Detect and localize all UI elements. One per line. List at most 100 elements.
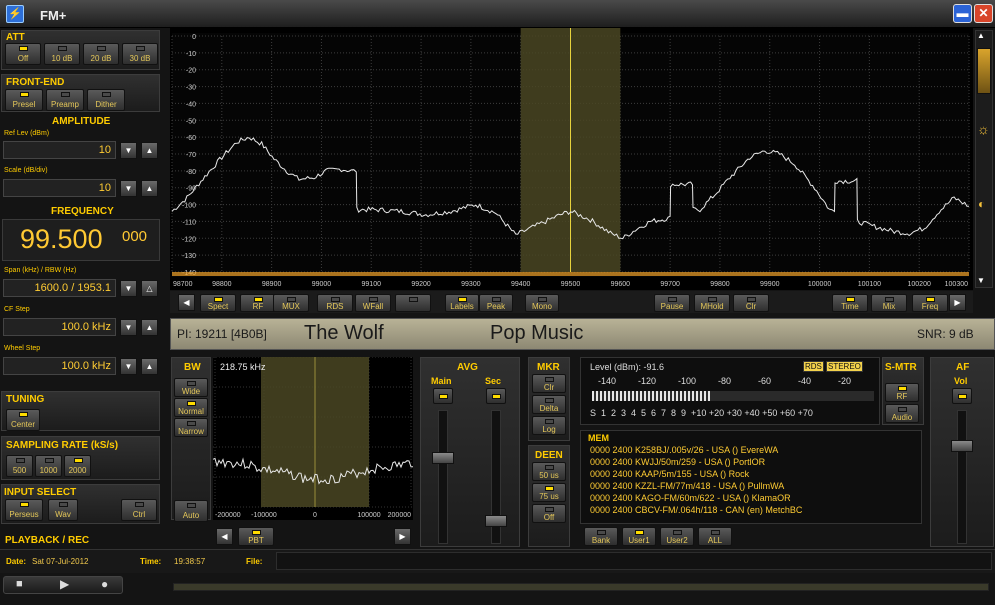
narrow-spectrum[interactable]: -200000 -100000 0 100000 200000 — [213, 357, 413, 520]
ref-down-arrow-icon[interactable]: ▼ — [120, 142, 137, 159]
toolbar-mono-button[interactable]: Mono — [525, 294, 559, 312]
toolbar-peak-button[interactable]: Peak — [479, 294, 513, 312]
toolbar-rds-button[interactable]: RDS — [317, 294, 353, 312]
smtr-rf-button[interactable]: RF — [885, 383, 919, 402]
sr-500-button[interactable]: 500 — [6, 455, 33, 477]
mem-all-button[interactable]: ALL — [698, 527, 732, 546]
toolbar-mix-button[interactable]: Mix — [871, 294, 907, 312]
toolbar-right-arrow-icon[interactable]: ▶ — [949, 294, 966, 311]
wheel-step-value[interactable]: 100.0 kHz — [3, 357, 116, 375]
toolbar-labels-button[interactable]: Labels — [445, 294, 479, 312]
cf-step-value[interactable]: 100.0 kHz — [3, 318, 116, 336]
presel-button[interactable]: Presel — [5, 89, 43, 111]
sr-2000-button[interactable]: 2000 — [64, 455, 91, 477]
toolbar-left-arrow-icon[interactable]: ◀ — [178, 294, 195, 311]
pbt-right-arrow-icon[interactable]: ▶ — [394, 528, 411, 545]
att-30-db-button[interactable]: 30 dB — [122, 43, 158, 65]
bw-normal-button[interactable]: Normal — [174, 398, 208, 417]
mem-user1-button[interactable]: User1 — [622, 527, 656, 546]
wheel-up-arrow-icon[interactable]: ▲ — [141, 358, 158, 375]
att-off-button[interactable]: Off — [5, 43, 41, 65]
mem-entry[interactable]: 0000 2400 KWJJ/50m/259 - USA () PortlOR — [590, 456, 802, 468]
preamp-button[interactable]: Preamp — [46, 89, 84, 111]
sr-1000-button[interactable]: 1000 — [35, 455, 62, 477]
record-icon[interactable]: ● — [101, 577, 108, 591]
toolbar-blank-button[interactable] — [395, 294, 431, 312]
toolbar-time-button[interactable]: Time — [832, 294, 868, 312]
dither-button[interactable]: Dither — [87, 89, 125, 111]
mem-bank-button[interactable]: Bank — [584, 527, 618, 546]
app-icon[interactable]: ⚡ — [6, 5, 24, 23]
mem-user2-button[interactable]: User2 — [660, 527, 694, 546]
auto-button[interactable]: Auto — [174, 500, 208, 522]
ref-level-value[interactable]: 10 — [3, 141, 116, 159]
input-ctrl-button[interactable]: Ctrl — [121, 499, 157, 521]
vol-toggle[interactable] — [952, 388, 972, 404]
cf-up-arrow-icon[interactable]: ▲ — [141, 319, 158, 336]
mem-entry[interactable]: 0000 2400 CBCV-FM/.064h/118 - CAN (en) M… — [590, 504, 802, 516]
deen-50-us-button[interactable]: 50 us — [532, 462, 566, 481]
scale-down-arrow-icon[interactable]: ▼ — [120, 180, 137, 197]
att-10-db-button[interactable]: 10 dB — [44, 43, 80, 65]
pbt-button[interactable]: PBT — [238, 527, 274, 546]
avg-sec-toggle[interactable] — [486, 388, 506, 404]
avg-main-slider[interactable] — [438, 410, 448, 544]
brightness-icon[interactable]: ☼ — [977, 121, 990, 137]
avg-main-slider-knob[interactable] — [432, 452, 454, 464]
avg-sec-slider-knob[interactable] — [485, 515, 507, 527]
mem-entry[interactable]: 0000 2400 KZZL-FM/77m/418 - USA () Pullm… — [590, 480, 802, 492]
mkr-clr-button[interactable]: Clr — [532, 374, 566, 393]
cf-down-arrow-icon[interactable]: ▼ — [120, 319, 137, 336]
vol-slider[interactable] — [957, 410, 967, 544]
file-field[interactable] — [276, 552, 992, 570]
toolbar-freq-button[interactable]: Freq — [912, 294, 948, 312]
toolbar-wfall-button[interactable]: WFall — [355, 294, 391, 312]
toolbar-clr-button[interactable]: Clr — [733, 294, 769, 312]
scroll-down-arrow-icon[interactable]: ▼ — [977, 276, 985, 285]
toolbar-mhold-button[interactable]: MHold — [694, 294, 730, 312]
wheel-down-arrow-icon[interactable]: ▼ — [120, 358, 137, 375]
toolbar-spect-button[interactable]: Spect — [200, 294, 236, 312]
toolbar-mux-button[interactable]: MUX — [273, 294, 309, 312]
scroll-up-arrow-icon[interactable]: ▲ — [977, 31, 985, 40]
led-indicator — [187, 401, 196, 406]
side-slider-knob[interactable] — [977, 48, 991, 94]
deen-75-us-button[interactable]: 75 us — [532, 483, 566, 502]
ref-up-arrow-icon[interactable]: ▲ — [141, 142, 158, 159]
scale-value[interactable]: 10 — [3, 179, 116, 197]
mem-entry[interactable]: 0000 2400 K258BJ/.005v/26 - USA () Evere… — [590, 444, 802, 456]
stop-icon[interactable]: ■ — [16, 578, 23, 590]
y-tick-label: -110 — [183, 219, 197, 226]
playback-progress-track[interactable] — [173, 583, 989, 591]
play-icon[interactable]: ▶ — [60, 577, 69, 591]
pbt-left-arrow-icon[interactable]: ◀ — [216, 528, 233, 545]
close-button[interactable]: ✕ — [974, 4, 993, 23]
button-label: RDS — [326, 302, 344, 311]
mkr-delta-button[interactable]: Delta — [532, 395, 566, 414]
input-wav-button[interactable]: Wav — [48, 499, 78, 521]
deen-off-button[interactable]: Off — [532, 504, 566, 523]
smtr-audio-button[interactable]: Audio — [885, 404, 919, 423]
vol-slider-knob[interactable] — [951, 440, 973, 452]
scale-up-arrow-icon[interactable]: ▲ — [141, 180, 158, 197]
toolbar-pause-button[interactable]: Pause — [654, 294, 690, 312]
avg-main-toggle[interactable] — [433, 388, 453, 404]
minimize-button[interactable]: ▬ — [953, 4, 972, 23]
mem-entry[interactable]: 0000 2400 KAGO-FM/60m/622 - USA () Klama… — [590, 492, 802, 504]
button-label: 20 dB — [90, 54, 112, 63]
y-tick-label: -50 — [186, 118, 196, 125]
mkr-log-button[interactable]: Log — [532, 416, 566, 435]
bw-narrow-button[interactable]: Narrow — [174, 418, 208, 437]
att-20-db-button[interactable]: 20 dB — [83, 43, 119, 65]
span-value[interactable]: 1600.0 / 1953.1 — [3, 279, 116, 297]
spectrum-display[interactable]: 0 -10 -20 -30 -40 -50 -60 -70 -80 -90 -100 -110 -120… — [170, 28, 973, 290]
span-up-arrow-icon[interactable]: △ — [141, 280, 158, 297]
bw-wide-button[interactable]: Wide — [174, 378, 208, 397]
toolbar-rf-button[interactable]: RF — [240, 294, 276, 312]
contrast-icon[interactable]: ◐ — [978, 197, 985, 211]
span-down-arrow-icon[interactable]: ▼ — [120, 280, 137, 297]
input-perseus-button[interactable]: Perseus — [5, 499, 43, 521]
mem-entry[interactable]: 0000 2400 KAAP/5m/155 - USA () Rock — [590, 468, 802, 480]
button-label: Wide — [181, 387, 201, 396]
center-button[interactable]: Center — [6, 409, 40, 431]
